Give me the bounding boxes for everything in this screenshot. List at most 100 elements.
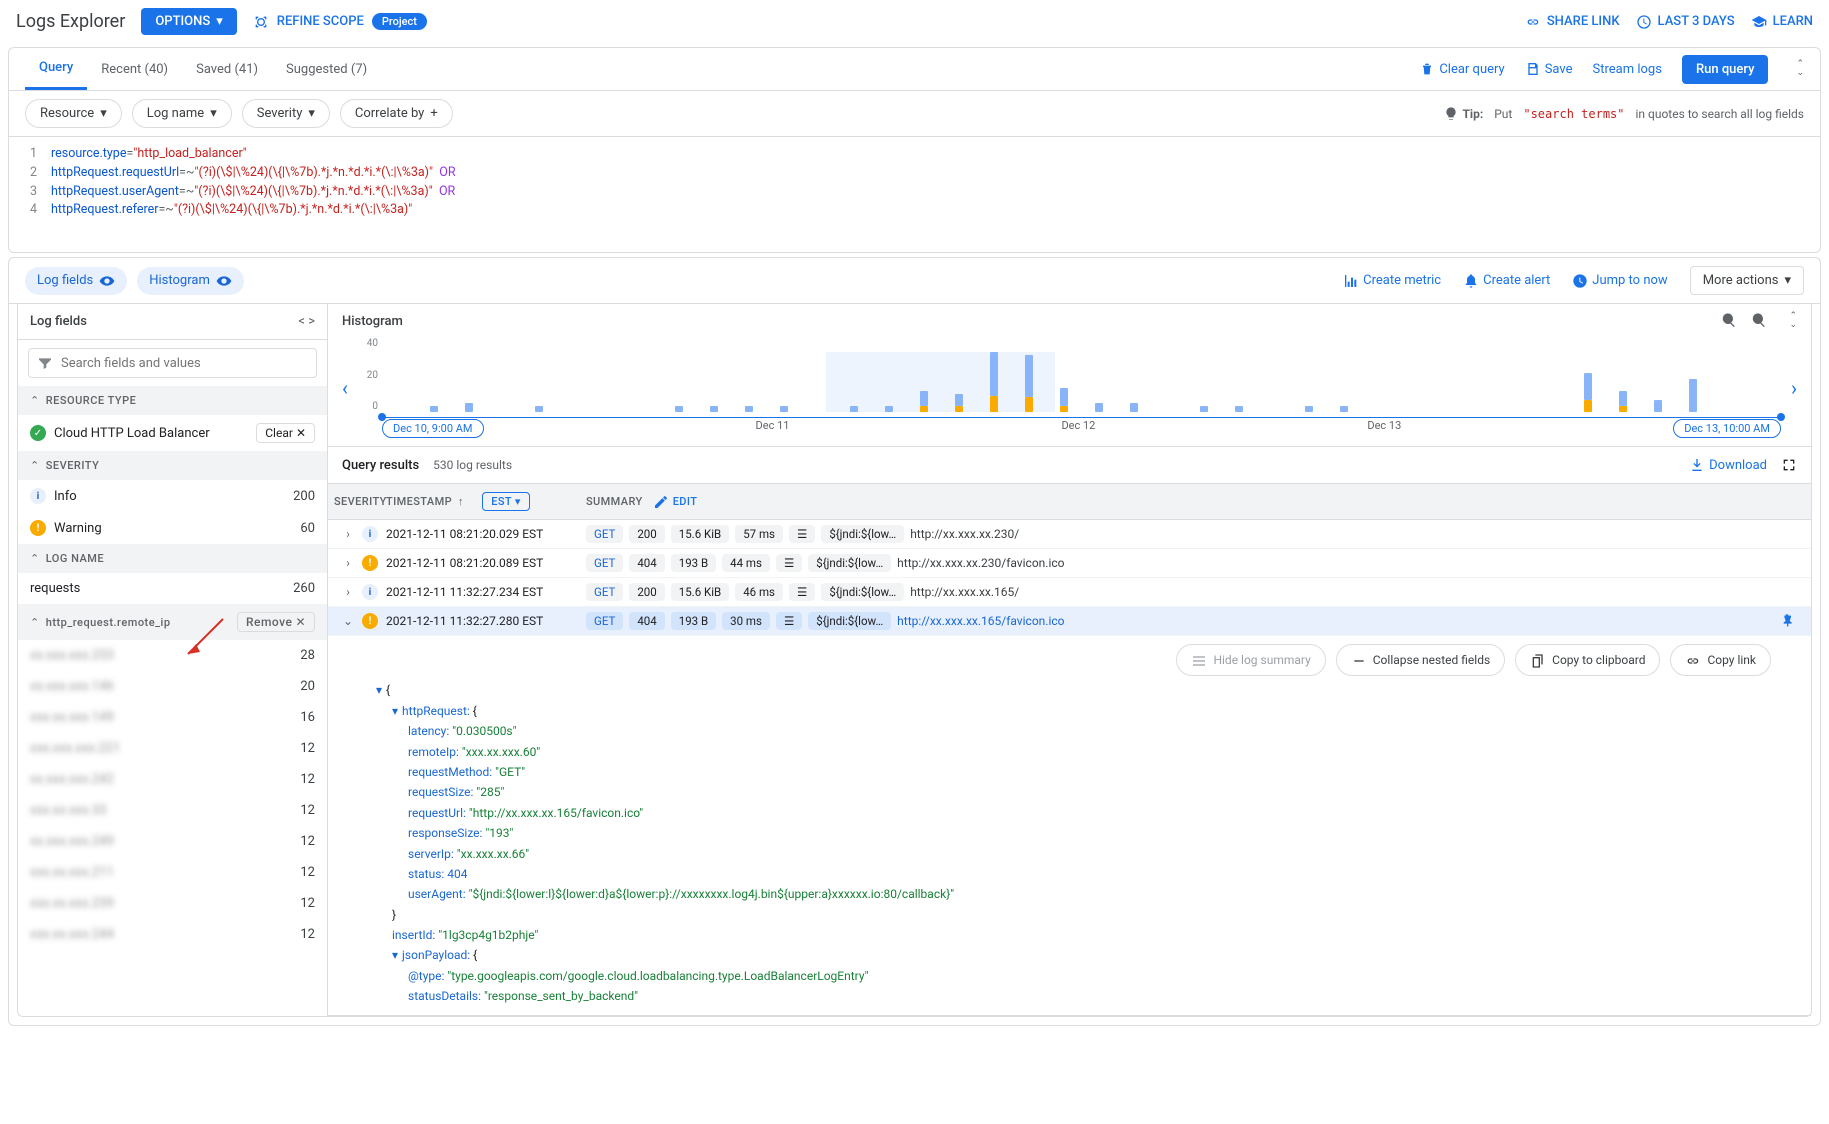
copy-icon	[1530, 650, 1546, 670]
fullscreen-icon[interactable]	[1781, 457, 1797, 473]
zoom-in-icon[interactable]	[1751, 312, 1767, 330]
histogram-chip[interactable]: Histogram	[137, 267, 244, 295]
filter-resource[interactable]: Resource ▾	[25, 99, 122, 128]
ip-item[interactable]: xx.xxx.xxx.14620	[18, 671, 327, 702]
eye-icon	[99, 273, 115, 289]
trash-icon	[1419, 61, 1435, 77]
clear-resource-button[interactable]: Clear ✕	[256, 423, 315, 443]
ip-item[interactable]: xx.xxx.xxx.23328	[18, 640, 327, 671]
size-pill: 15.6 KiB	[671, 525, 729, 543]
expand-arrows-icon[interactable]: < >	[298, 314, 315, 329]
sidebar-search[interactable]	[28, 348, 317, 378]
histogram-chart[interactable]: 40200 Dec 10, 9:00 AM Dec 11 Dec 12 Dec …	[354, 338, 1785, 438]
jump-to-now-button[interactable]: Jump to now	[1572, 273, 1667, 289]
expand-collapse-toggle[interactable]: ⌃⌄	[1796, 60, 1804, 78]
ip-item[interactable]: xxx.xx.xxx.21112	[18, 857, 327, 888]
graduation-icon	[1751, 14, 1767, 30]
tab-recent[interactable]: Recent (40)	[87, 50, 182, 89]
chevron-up-icon: ⌃	[30, 552, 40, 565]
collapse-fields-button[interactable]: Collapse nested fields	[1336, 644, 1505, 676]
filter-icon	[37, 355, 53, 371]
latency-pill: 57 ms	[735, 525, 783, 543]
tab-query[interactable]: Query	[25, 48, 87, 90]
latency-pill: 44 ms	[722, 554, 770, 572]
run-query-button[interactable]: Run query	[1682, 55, 1769, 84]
log-row[interactable]: ›i2021-12-11 11:32:27.234 ESTGET20015.6 …	[328, 578, 1811, 607]
link-icon	[1685, 650, 1701, 670]
copy-clipboard-button[interactable]: Copy to clipboard	[1515, 644, 1660, 676]
learn-button[interactable]: LEARN	[1751, 14, 1813, 30]
edit-summary-button[interactable]: EDIT	[653, 494, 698, 510]
remove-field-button[interactable]: Remove ✕	[237, 612, 315, 632]
log-row[interactable]: ›!2021-12-11 08:21:20.089 ESTGET404193 B…	[328, 549, 1811, 578]
filter-severity[interactable]: Severity ▾	[242, 99, 330, 128]
resource-item[interactable]: ✓Cloud HTTP Load BalancerClear ✕	[18, 415, 327, 451]
jndi-snippet: ${jndi:${low…	[821, 583, 904, 601]
logname-item[interactable]: requests260	[18, 573, 327, 604]
tab-saved[interactable]: Saved (41)	[182, 50, 272, 89]
copy-link-button[interactable]: Copy link	[1670, 644, 1771, 676]
histogram-title: Histogram	[342, 314, 403, 329]
options-button[interactable]: OPTIONS ▾	[141, 8, 236, 35]
trace-icon[interactable]: ☰	[789, 525, 815, 543]
expand-collapse-toggle[interactable]: ⌃⌄	[1789, 312, 1797, 330]
log-row[interactable]: ›i2021-12-11 08:21:20.029 ESTGET20015.6 …	[328, 520, 1811, 549]
check-icon: ✓	[30, 425, 46, 441]
ip-item[interactable]: xxx.xxx.xxx.22112	[18, 733, 327, 764]
lightbulb-icon	[1443, 106, 1459, 122]
trace-icon[interactable]: ☰	[776, 554, 802, 572]
latency-pill: 46 ms	[735, 583, 783, 601]
section-logname[interactable]: ⌃LOG NAME	[18, 544, 327, 573]
filter-logname[interactable]: Log name ▾	[132, 99, 232, 128]
histogram-next[interactable]: ›	[1785, 376, 1803, 400]
time-end-pill[interactable]: Dec 13, 10:00 AM	[1673, 419, 1781, 438]
more-actions-button[interactable]: More actions ▾	[1690, 266, 1804, 295]
log-row[interactable]: ⌄!2021-12-11 11:32:27.280 ESTGET404193 B…	[328, 607, 1811, 636]
section-resource-type[interactable]: ⌃RESOURCE TYPE	[18, 386, 327, 415]
ip-item[interactable]: xxx.xx.xxx.24412	[18, 919, 327, 950]
create-metric-button[interactable]: Create metric	[1343, 273, 1441, 289]
trace-icon[interactable]: ☰	[789, 583, 815, 601]
size-pill: 193 B	[671, 612, 716, 630]
timerange-button[interactable]: LAST 3 DAYS	[1636, 14, 1735, 30]
severity-info[interactable]: iInfo200	[18, 480, 327, 512]
expand-toggle[interactable]: ⌄	[334, 614, 362, 628]
expand-toggle[interactable]: ›	[334, 527, 362, 541]
stream-logs-button[interactable]: Stream logs	[1593, 62, 1662, 77]
link-icon	[1525, 14, 1541, 30]
time-start-pill[interactable]: Dec 10, 9:00 AM	[382, 419, 484, 438]
eye-icon	[216, 273, 232, 289]
section-severity[interactable]: ⌃SEVERITY	[18, 451, 327, 480]
section-remote-ip[interactable]: ⌃http_request.remote_ipRemove ✕	[18, 604, 327, 640]
ip-item[interactable]: xxx.xx.xxx.14916	[18, 702, 327, 733]
create-alert-button[interactable]: Create alert	[1463, 273, 1550, 289]
sidebar-search-input[interactable]	[61, 356, 308, 371]
save-query-button[interactable]: Save	[1525, 61, 1573, 77]
histogram-prev[interactable]: ‹	[336, 376, 354, 400]
ip-item[interactable]: xxx.xx.xxx.3312	[18, 795, 327, 826]
expand-toggle[interactable]: ›	[334, 556, 362, 570]
ip-item[interactable]: xx.xxx.xxx.24212	[18, 764, 327, 795]
method-pill: GET	[586, 612, 623, 630]
trace-icon[interactable]: ☰	[776, 612, 802, 630]
tab-suggested[interactable]: Suggested (7)	[272, 50, 381, 89]
ip-item[interactable]: xxx.xx.xxx.23912	[18, 888, 327, 919]
clock-icon	[1636, 14, 1652, 30]
clear-query-button[interactable]: Clear query	[1419, 61, 1504, 77]
query-editor[interactable]: 1resource.type="http_load_balancer" 2htt…	[9, 137, 1820, 252]
expand-toggle[interactable]: ›	[334, 585, 362, 599]
chevron-up-icon: ⌃	[30, 459, 40, 472]
warning-icon: !	[362, 555, 378, 571]
ip-item[interactable]: xx.xxx.xxx.24912	[18, 826, 327, 857]
refine-scope[interactable]: REFINE SCOPE Project	[253, 13, 427, 30]
zoom-out-icon[interactable]	[1721, 312, 1737, 330]
pin-icon[interactable]	[1779, 613, 1805, 629]
severity-warning[interactable]: !Warning60	[18, 512, 327, 544]
timezone-selector[interactable]: EST ▾	[482, 492, 530, 511]
filter-correlate[interactable]: Correlate by +	[340, 99, 453, 128]
download-button[interactable]: Download	[1689, 457, 1767, 473]
col-timestamp[interactable]: TIMESTAMP ↑ EST ▾	[380, 484, 580, 519]
hide-summary-button[interactable]: Hide log summary	[1176, 644, 1325, 676]
logfields-chip[interactable]: Log fields	[25, 267, 127, 295]
share-link-button[interactable]: SHARE LINK	[1525, 14, 1620, 30]
